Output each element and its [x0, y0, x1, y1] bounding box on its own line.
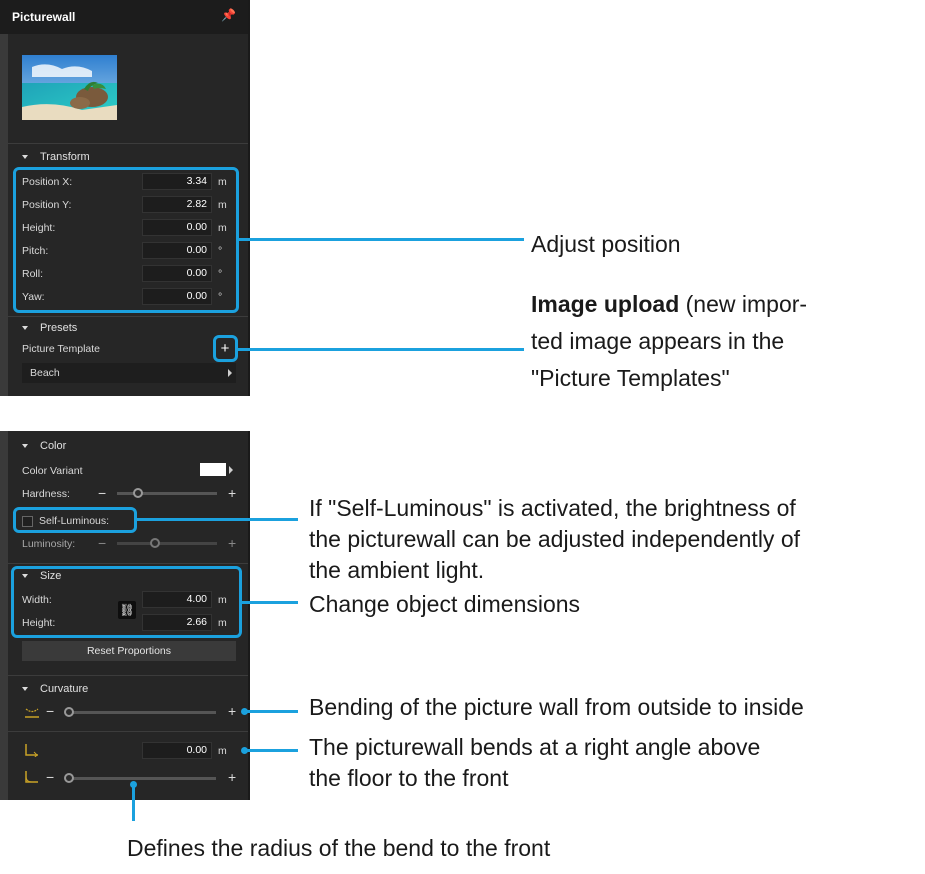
pin-icon[interactable]: 📌	[221, 8, 236, 22]
annotation-self-luminous-3: the ambient light.	[309, 557, 485, 583]
panel-titlebar: Picturewall 📌	[0, 0, 248, 34]
luminosity-plus-button[interactable]: +	[228, 536, 236, 550]
front-radius-slider-track[interactable]	[66, 777, 216, 780]
curvature-slider-knob[interactable]	[64, 707, 74, 717]
divider	[8, 143, 248, 144]
annotation-image-upload: Image upload (new impor-	[531, 289, 807, 320]
size-callout-box	[11, 566, 242, 638]
curvature-slider-track[interactable]	[66, 711, 216, 714]
divider	[8, 316, 248, 317]
color-header[interactable]: Color	[22, 440, 66, 452]
transform-callout-box	[13, 167, 239, 313]
dropdown-arrow-icon	[228, 369, 232, 377]
upload-callout-line	[238, 348, 524, 351]
presets-header[interactable]: Presets	[22, 322, 77, 334]
transform-callout-line	[239, 238, 524, 241]
annotation-image-upload-line2: ted image appears in the	[531, 328, 785, 354]
front-radius-slider-knob[interactable]	[64, 773, 74, 783]
collapse-triangle-icon	[22, 155, 28, 160]
luminosity-minus-button[interactable]: −	[98, 536, 106, 550]
luminosity-slider-track[interactable]	[117, 542, 217, 545]
color-swatch-arrow-icon[interactable]	[229, 466, 233, 474]
collapse-triangle-icon	[22, 444, 28, 449]
annotation-bending: Bending of the picture wall from outside…	[309, 694, 804, 720]
front-bend-icon	[25, 744, 38, 757]
reset-proportions-button[interactable]: Reset Proportions	[22, 641, 236, 661]
annotation-radius: Defines the radius of the bend to the fr…	[127, 835, 551, 861]
picture-template-dropdown[interactable]: Beach	[22, 363, 236, 383]
panel-scrollbar[interactable]	[0, 431, 8, 800]
divider	[8, 675, 248, 676]
annotation-image-upload-bold: Image upload	[531, 291, 680, 317]
front-radius-plus-button[interactable]: +	[228, 770, 236, 784]
annotation-image-upload-text: (new impor-	[679, 291, 808, 317]
collapse-triangle-icon	[22, 687, 28, 692]
hardness-plus-button[interactable]: +	[228, 486, 236, 500]
front-radius-callout-line	[132, 784, 135, 821]
panel-scrollbar[interactable]	[0, 0, 8, 396]
front-bend-height-field[interactable]: 0.00	[142, 742, 212, 759]
picture-thumbnail[interactable]	[22, 55, 117, 120]
curvature-bend-icon	[25, 708, 39, 718]
front-bend-unit: m	[218, 745, 227, 757]
luminosity-label: Luminosity:	[22, 538, 76, 550]
annotation-self-luminous-1: If "Self-Luminous" is activated, the bri…	[309, 495, 796, 521]
divider	[8, 563, 248, 564]
color-swatch[interactable]	[200, 463, 226, 476]
front-radius-icon	[25, 771, 38, 783]
transform-header[interactable]: Transform	[22, 151, 90, 163]
size-callout-line	[242, 601, 298, 604]
collapse-triangle-icon	[22, 326, 28, 331]
panel-title: Picturewall	[12, 10, 76, 24]
annotation-right-angle-1: The picturewall bends at a right angle a…	[309, 734, 761, 760]
divider	[8, 731, 248, 732]
upload-callout-box	[213, 335, 238, 362]
hardness-label: Hardness:	[22, 488, 70, 500]
annotation-self-luminous-2: the picturewall can be adjusted independ…	[309, 526, 801, 552]
picture-template-label: Picture Template	[22, 343, 101, 355]
annotation-adjust-position: Adjust position	[531, 231, 681, 257]
luminosity-slider-knob[interactable]	[150, 538, 160, 548]
curvature-header[interactable]: Curvature	[22, 683, 88, 695]
hardness-slider-track[interactable]	[117, 492, 217, 495]
curvature-callout-line	[245, 710, 298, 713]
annotation-dimensions: Change object dimensions	[309, 591, 581, 617]
front-radius-minus-button[interactable]: −	[46, 770, 54, 784]
annotation-image-upload-line3: "Picture Templates"	[531, 365, 730, 391]
curvature-plus-button[interactable]: +	[228, 704, 236, 718]
color-variant-label: Color Variant	[22, 465, 83, 477]
hardness-minus-button[interactable]: −	[98, 486, 106, 500]
picture-template-value: Beach	[30, 367, 60, 379]
curvature-minus-button[interactable]: −	[46, 704, 54, 718]
self-luminous-callout-line	[137, 518, 298, 521]
front-bend-callout-line	[245, 749, 298, 752]
annotation-right-angle-2: the floor to the front	[309, 765, 509, 791]
hardness-slider-knob[interactable]	[133, 488, 143, 498]
self-luminous-callout-box	[13, 507, 137, 533]
